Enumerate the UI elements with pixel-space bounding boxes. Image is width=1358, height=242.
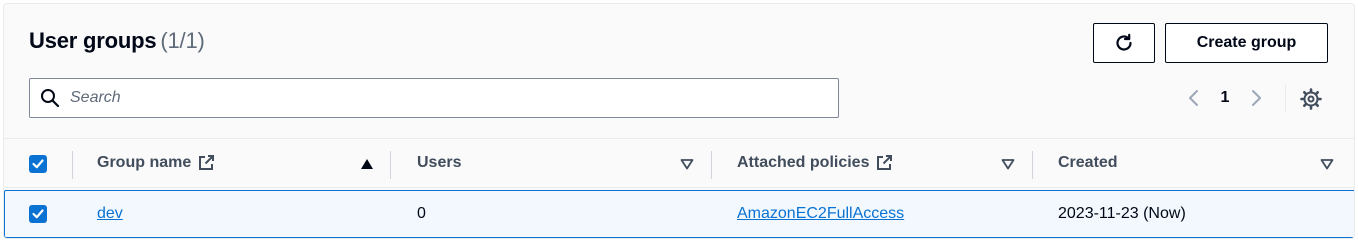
pagination: 1 bbox=[1180, 82, 1286, 114]
previous-page-button[interactable] bbox=[1180, 82, 1208, 114]
column-divider bbox=[1032, 151, 1033, 179]
external-link-icon bbox=[199, 155, 215, 170]
title-text: User groups bbox=[29, 28, 157, 53]
external-link-icon bbox=[877, 155, 893, 170]
column-header-attached-policies[interactable]: Attached policies bbox=[737, 154, 893, 172]
select-all-checkbox[interactable] bbox=[29, 155, 47, 173]
refresh-button[interactable] bbox=[1093, 23, 1155, 63]
checkbox-checked-icon bbox=[32, 209, 44, 219]
table-row[interactable]: dev 0 AmazonEC2FullAccess 2023-11-23 (No… bbox=[4, 190, 1354, 238]
search-input[interactable] bbox=[70, 80, 830, 116]
column-divider bbox=[390, 151, 391, 179]
checkbox-checked-icon bbox=[32, 159, 44, 169]
users-count: 0 bbox=[417, 205, 426, 222]
chevron-left-icon bbox=[1189, 90, 1198, 106]
column-header-group-name[interactable]: Group name bbox=[97, 154, 215, 172]
group-name-link[interactable]: dev bbox=[97, 205, 123, 223]
pagination-divider bbox=[1285, 84, 1286, 112]
row-select-checkbox[interactable] bbox=[29, 205, 47, 223]
created-date: 2023-11-23 (Now) bbox=[1058, 205, 1186, 222]
chevron-right-icon bbox=[1252, 90, 1261, 106]
create-group-button[interactable]: Create group bbox=[1165, 23, 1328, 63]
sort-descending-icon[interactable] bbox=[679, 157, 695, 171]
current-page-number[interactable]: 1 bbox=[1208, 89, 1242, 107]
settings-gear-icon bbox=[1300, 88, 1322, 110]
group-count: (1/1) bbox=[160, 28, 205, 53]
preferences-button[interactable] bbox=[1297, 85, 1325, 113]
column-header-users[interactable]: Users bbox=[417, 154, 461, 172]
sort-ascending-icon[interactable] bbox=[359, 157, 375, 171]
user-groups-panel: User groups(1/1) Create group 1 bbox=[3, 3, 1355, 239]
attached-policy-link[interactable]: AmazonEC2FullAccess bbox=[737, 205, 904, 223]
sort-descending-icon[interactable] bbox=[1000, 157, 1016, 171]
column-header-created[interactable]: Created bbox=[1058, 154, 1118, 172]
column-label: Attached policies bbox=[737, 154, 870, 171]
page-title: User groups (1/1) bbox=[29, 28, 205, 54]
search-icon bbox=[30, 79, 70, 117]
refresh-icon bbox=[1116, 33, 1132, 51]
column-label: Group name bbox=[97, 154, 192, 171]
column-divider bbox=[72, 151, 73, 179]
column-label: Created bbox=[1058, 154, 1118, 171]
search-box bbox=[29, 78, 839, 118]
column-label: Users bbox=[417, 154, 462, 171]
next-page-button[interactable] bbox=[1242, 82, 1270, 114]
column-divider bbox=[711, 151, 712, 179]
table-header: Group name Users Attached policies Creat… bbox=[4, 138, 1354, 188]
sort-descending-icon[interactable] bbox=[1319, 157, 1335, 171]
